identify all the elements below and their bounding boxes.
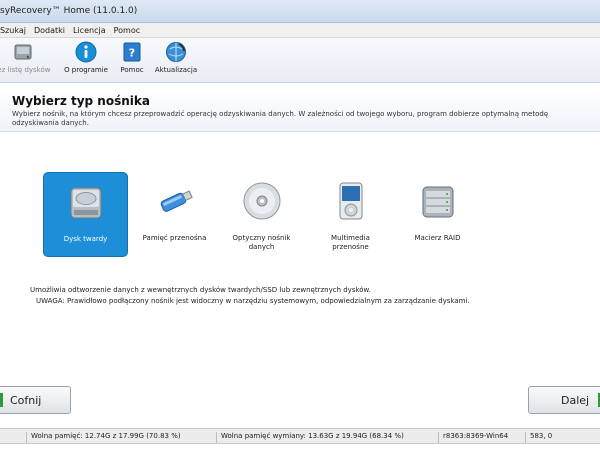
page-description: Wybierz nośnik, na którym chcesz przepro…	[12, 110, 549, 127]
page-title: Wybierz typ nośnika	[12, 94, 150, 108]
media-option-usb-flash[interactable]: Pamięć przenośna	[132, 172, 217, 257]
media-label-hard-disk: Dysk twardy	[63, 235, 108, 243]
status-coords: 583, 0	[525, 432, 552, 443]
about-label: O programie	[64, 66, 108, 74]
media-label-usb-flash: Pamięć przenośna	[142, 234, 207, 242]
media-option-multimedia[interactable]: Multimedia przenośne	[308, 172, 393, 257]
usb-flash-drive-icon	[160, 190, 193, 212]
media-player-icon	[339, 182, 362, 220]
toolbar: iez listę dysków O programie ? Pomoc Akt…	[0, 38, 600, 83]
menu-item-szukaj[interactable]: Szukaj	[0, 26, 30, 35]
media-option-optical[interactable]: Optyczny nośnik danych	[219, 172, 304, 257]
media-option-hard-disk[interactable]: Dysk twardy	[43, 172, 128, 257]
help-book-icon: ?	[123, 42, 141, 62]
media-info: Umożliwia odtworzenie danych z wewnętrzn…	[30, 285, 595, 307]
media-label-multimedia: Multimedia przenośne	[331, 234, 370, 251]
next-button[interactable]: Dalej	[528, 386, 600, 414]
status-free-memory: Wolna pamięć: 12.74G z 17.99G (70.83 %)	[26, 432, 181, 443]
next-button-label: Dalej	[561, 394, 590, 407]
disk-refresh-icon	[14, 44, 32, 60]
svg-text:?: ?	[129, 47, 135, 60]
status-free-swap: Wolna pamięć wymiany: 13.63G z 19.94G (6…	[216, 432, 404, 443]
hard-disk-icon	[70, 187, 101, 219]
help-button[interactable]: ? Pomoc	[117, 41, 147, 81]
back-arrow-icon	[0, 393, 3, 407]
raid-array-icon	[422, 186, 453, 218]
optical-disc-icon	[243, 182, 280, 220]
media-label-optical: Optyczny nośnik danych	[232, 234, 291, 251]
update-globe-icon	[166, 42, 186, 62]
status-bar: Wolna pamięć: 12.74G z 17.99G (70.83 %) …	[0, 428, 600, 444]
about-button[interactable]: O programie	[60, 41, 112, 81]
media-label-raid: Macierz RAID	[414, 234, 461, 242]
status-build: r8363:8369-Win64	[438, 432, 508, 443]
menu-item-licencja[interactable]: Licencja	[69, 26, 110, 35]
step-header: Wybierz typ nośnika Wybierz nośnik, na k…	[0, 88, 600, 132]
refresh-disks-button[interactable]: iez listę dysków	[0, 41, 54, 81]
window-title: syRecovery™ Home (11.0.1.0)	[0, 6, 138, 16]
back-button[interactable]: Cofnij	[0, 386, 71, 414]
media-info-line: Umożliwia odtworzenie danych z wewnętrzn…	[30, 286, 371, 294]
menu-item-dodatki[interactable]: Dodatki	[30, 26, 69, 35]
menu-bar: Szukaj Dodatki Licencja Pomoc	[0, 23, 600, 38]
menu-item-pomoc[interactable]: Pomoc	[110, 26, 145, 35]
title-bar: syRecovery™ Home (11.0.1.0)	[0, 0, 600, 23]
media-option-raid[interactable]: Macierz RAID	[395, 172, 480, 257]
back-button-label: Cofnij	[10, 394, 42, 407]
status-bar-grip	[0, 432, 24, 443]
update-button[interactable]: Aktualizacja	[152, 41, 200, 81]
refresh-disks-label: iez listę dysków	[0, 66, 51, 74]
update-label: Aktualizacja	[154, 66, 198, 74]
media-warning-line: UWAGA: Prawidłowo podłączony nośnik jest…	[36, 297, 470, 305]
help-label: Pomoc	[120, 66, 144, 74]
info-icon	[75, 41, 97, 63]
